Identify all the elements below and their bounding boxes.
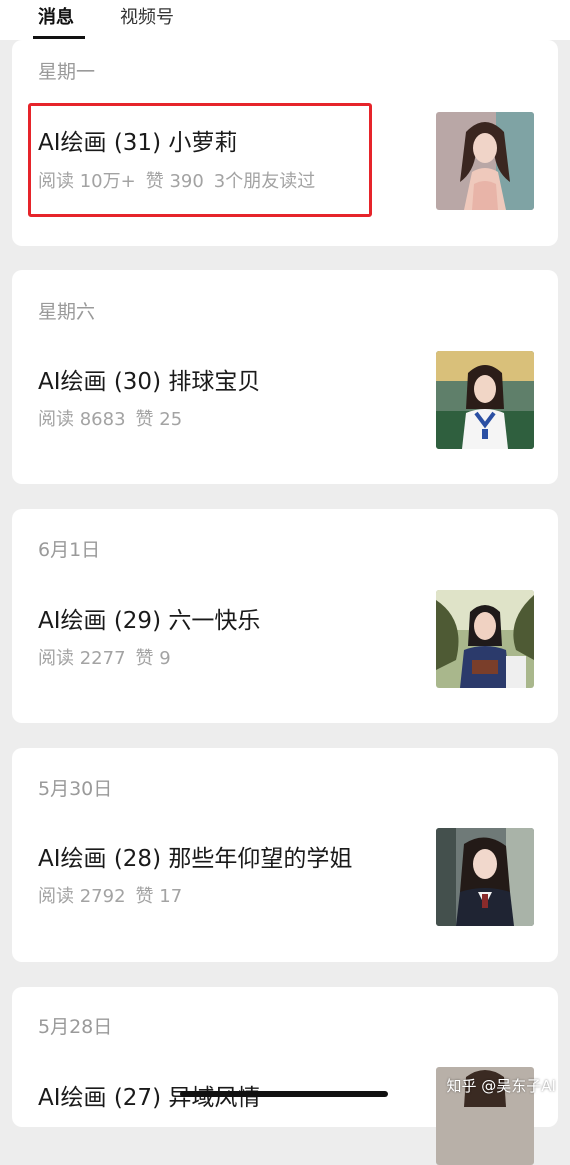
article-thumbnail[interactable]: [436, 590, 534, 688]
like-count: 赞 9: [135, 648, 171, 669]
article-card[interactable]: 5月30日 AI绘画 (28) 那些年仰望的学姐 阅读 2792 赞 17: [12, 748, 558, 962]
article-title[interactable]: AI绘画 (27) 异域风情: [38, 1083, 260, 1113]
article-stats: 阅读 8683 赞 25: [38, 408, 182, 432]
like-count: 赞 25: [135, 409, 183, 430]
article-thumbnail[interactable]: [436, 351, 534, 449]
article-card[interactable]: 星期六 AI绘画 (30) 排球宝贝 阅读 8683 赞 25: [12, 270, 558, 484]
article-title[interactable]: AI绘画 (30) 排球宝贝: [38, 367, 260, 397]
article-date: 星期一: [38, 61, 96, 83]
active-tab-indicator: [33, 36, 85, 39]
article-stats: 阅读 2277 赞 9: [38, 647, 171, 671]
article-date: 星期六: [38, 301, 96, 323]
like-count: 赞 17: [135, 886, 183, 907]
tab-messages[interactable]: 消息: [38, 6, 74, 30]
article-card[interactable]: 6月1日 AI绘画 (29) 六一快乐 阅读 2277 赞 9: [12, 509, 558, 723]
watermark: 知乎 @吴东子AI: [446, 1077, 556, 1095]
highlight-box: [28, 103, 372, 217]
article-date: 5月28日: [38, 1016, 113, 1038]
home-indicator: [180, 1091, 388, 1097]
article-card[interactable]: 5月28日 AI绘画 (27) 异域风情: [12, 987, 558, 1165]
read-count: 阅读 2277: [38, 648, 126, 669]
article-title[interactable]: AI绘画 (29) 六一快乐: [38, 606, 260, 636]
article-date: 5月30日: [38, 778, 113, 800]
article-thumbnail[interactable]: [436, 828, 534, 926]
read-count: 阅读 8683: [38, 409, 126, 430]
article-date: 6月1日: [38, 539, 101, 561]
top-tab-bar: 消息 视频号: [0, 0, 570, 40]
read-count: 阅读 2792: [38, 886, 126, 907]
tab-channels[interactable]: 视频号: [120, 6, 174, 30]
article-title[interactable]: AI绘画 (28) 那些年仰望的学姐: [38, 844, 352, 874]
article-stats: 阅读 2792 赞 17: [38, 885, 182, 909]
article-thumbnail[interactable]: [436, 112, 534, 210]
